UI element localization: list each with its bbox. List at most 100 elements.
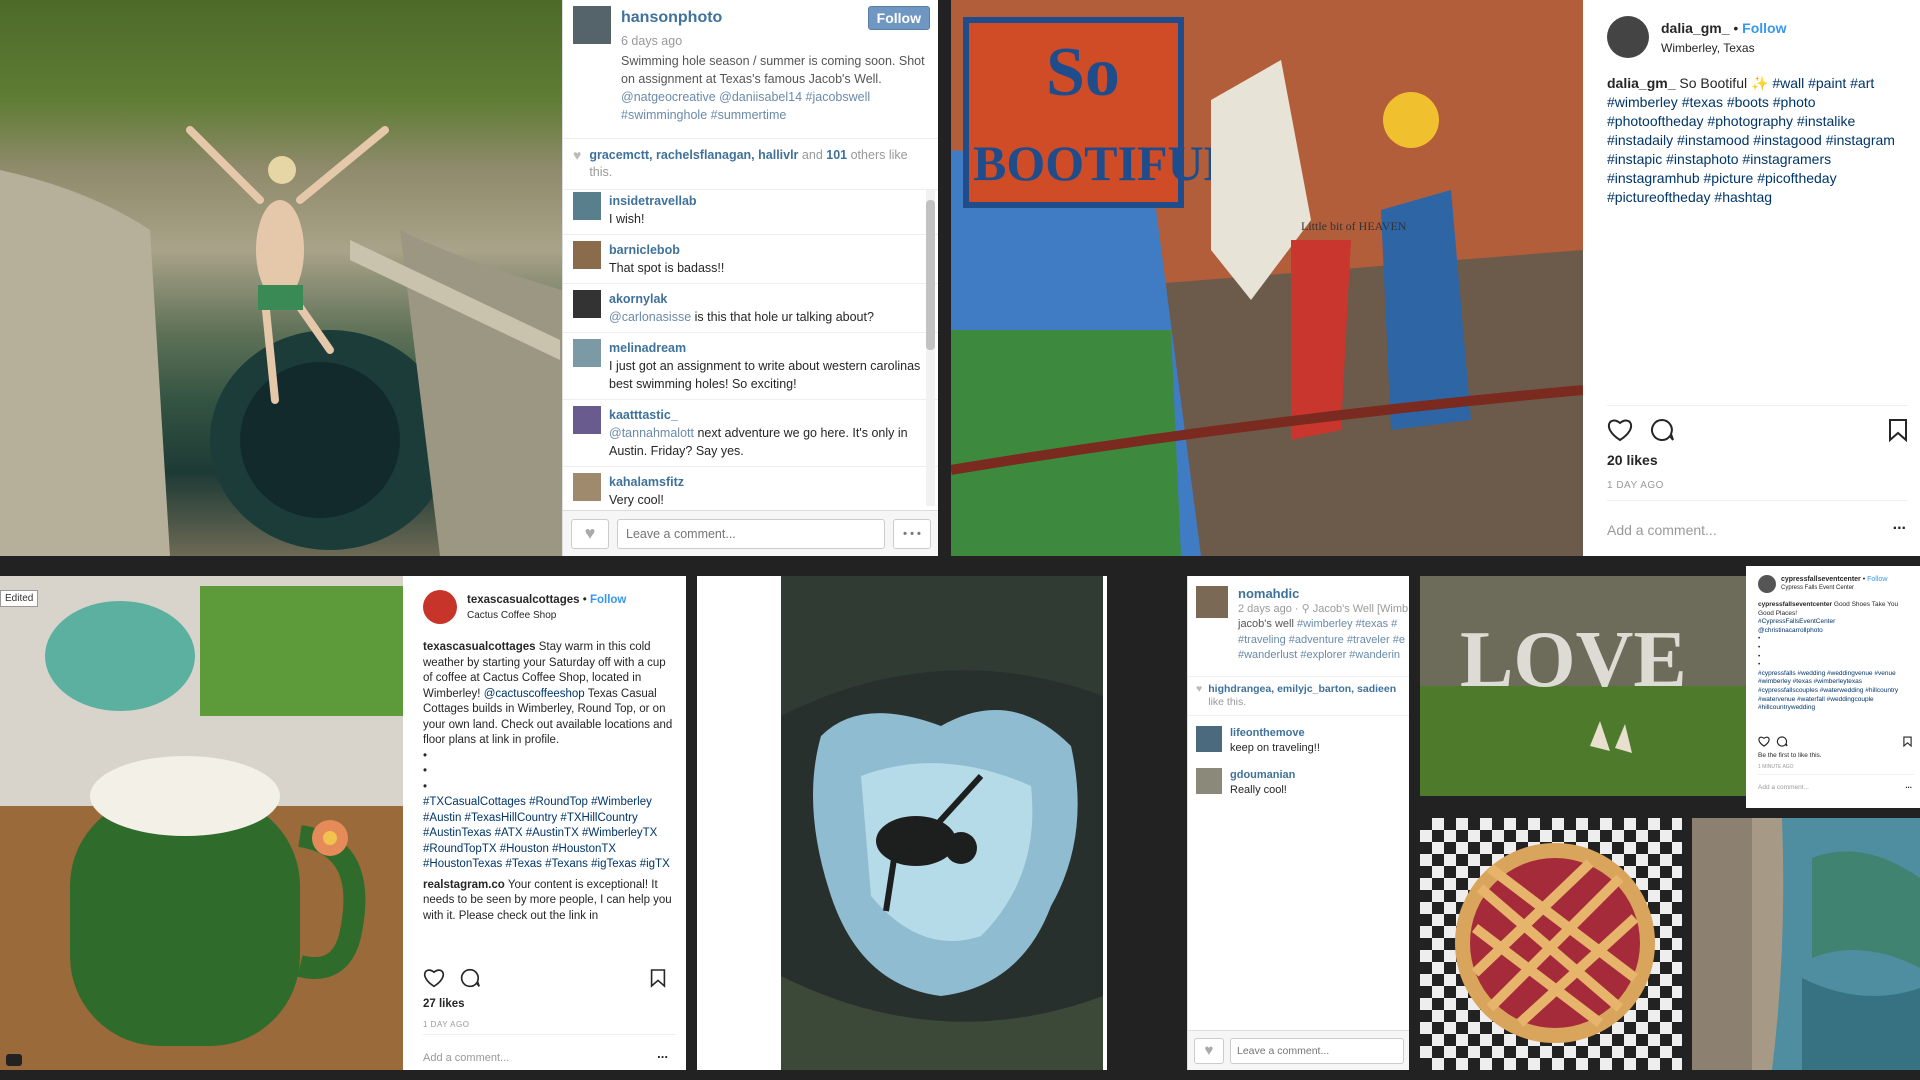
caption-mention[interactable]: @cactuscoffeeshop <box>484 688 585 700</box>
location-link[interactable]: Wimberley, Texas <box>1661 41 1787 55</box>
comment-input[interactable] <box>617 518 885 549</box>
more-options-button[interactable]: ... <box>1893 516 1906 534</box>
username-link[interactable]: texascasualcottages <box>467 594 580 606</box>
more-options-button[interactable]: ... <box>657 1046 668 1061</box>
photo-lattice-pie <box>1420 818 1682 1070</box>
heart-icon[interactable] <box>1758 736 1770 747</box>
comment-mention[interactable]: @tannahmalott <box>609 426 694 440</box>
likes-row: ♥ highdrangea, emilyjc_barton, sadieen l… <box>1188 675 1409 716</box>
follow-button[interactable]: Follow <box>867 6 930 30</box>
sparkle-icon: ✨ <box>1750 75 1769 91</box>
username-link[interactable]: nomahdic <box>1238 586 1408 602</box>
post-time: 2 days ago <box>1238 602 1292 615</box>
comment-user[interactable]: insidetravellab <box>609 192 697 210</box>
more-options-button[interactable]: • • • <box>893 518 931 549</box>
comment-user[interactable]: kaatttastic_ <box>609 406 929 424</box>
caption-tags[interactable]: #TXCasualCottages #RoundTop #Wimberley #… <box>423 795 674 873</box>
likers-count[interactable]: 101 <box>826 148 847 162</box>
comment-input[interactable] <box>1230 1037 1404 1064</box>
comment-icon[interactable] <box>1776 736 1788 747</box>
avatar[interactable] <box>573 290 601 318</box>
avatar[interactable] <box>573 6 611 44</box>
avatar[interactable] <box>1196 586 1228 618</box>
location-link[interactable]: Jacob's Well [Wimb <box>1313 603 1408 615</box>
caption-text: So Bootiful <box>1679 75 1748 91</box>
comment-icon[interactable] <box>459 968 481 988</box>
comment-mention[interactable]: @carlonasisse <box>609 310 691 324</box>
likers[interactable]: gracemctt, rachelsflanagan, hallivlr <box>589 148 798 162</box>
avatar[interactable] <box>573 192 601 220</box>
comment-user[interactable]: lifeonthemove <box>1230 726 1320 741</box>
cactus-mug-illustration <box>0 576 403 1070</box>
avatar[interactable] <box>1196 767 1222 794</box>
caption-user[interactable]: cypressfallseventcenter <box>1758 601 1832 608</box>
like-button[interactable]: ♥ <box>1194 1037 1224 1064</box>
avatar[interactable] <box>573 241 601 269</box>
avatar[interactable] <box>1196 725 1222 752</box>
photo-love-text: LOVE <box>1460 616 1687 704</box>
caption-mention[interactable]: @christinacarrollphoto <box>1758 627 1912 636</box>
comment-input[interactable]: Add a comment... <box>423 1052 509 1064</box>
comments-scrollbar[interactable] <box>926 190 935 506</box>
comment-input[interactable]: Add a comment... <box>1758 784 1809 791</box>
comments-list[interactable]: lifeonthemove keep on traveling!! gdouman… <box>1188 716 1409 804</box>
avatar[interactable] <box>573 406 601 434</box>
caption-tag[interactable]: #CypressFallsEventCenter <box>1758 618 1912 627</box>
likers[interactable]: highdrangea, emilyjc_barton, sadieen <box>1208 683 1396 696</box>
comment: barniclebob That spot is badass!! <box>563 235 938 284</box>
caption-tags[interactable]: #wanderlust #explorer #wanderin <box>1238 648 1408 664</box>
bookmark-icon[interactable] <box>650 968 666 988</box>
bullet: • <box>1758 661 1761 669</box>
mural-text-heaven: Little bit of HEAVEN <box>1301 219 1407 233</box>
follow-link[interactable]: Follow <box>1742 20 1786 36</box>
avatar[interactable] <box>1607 16 1649 58</box>
heart-icon[interactable] <box>1607 418 1633 442</box>
bullet: • <box>1758 652 1761 660</box>
comment-text: Really cool! <box>1230 783 1287 796</box>
caption-user[interactable]: dalia_gm_ <box>1607 75 1675 91</box>
camera-icon[interactable] <box>6 1054 22 1066</box>
comment-user[interactable]: kahalamsfitz <box>609 473 684 491</box>
follow-link[interactable]: Follow <box>590 594 626 606</box>
reply-user[interactable]: realstagram.co <box>423 879 505 891</box>
username-link[interactable]: hansonphoto <box>621 9 722 27</box>
caption-tags[interactable]: #traveling #adventure #traveler #e <box>1238 633 1408 649</box>
follow-link[interactable]: Follow <box>1867 576 1887 583</box>
pin-icon: ⚲ <box>1301 602 1310 615</box>
more-options-button[interactable]: ... <box>1905 781 1912 790</box>
avatar[interactable] <box>573 339 601 367</box>
bookmark-icon[interactable] <box>1903 736 1912 747</box>
avatar[interactable] <box>1758 575 1776 593</box>
like-button[interactable]: ♥ <box>571 518 609 549</box>
comment-input[interactable]: Add a comment... <box>1607 522 1717 538</box>
username-link[interactable]: dalia_gm_ <box>1661 20 1729 36</box>
location-link[interactable]: Cypress Falls Event Center <box>1781 584 1887 593</box>
comments-list[interactable]: insidetravellab I wish! barniclebob That s… <box>563 186 938 508</box>
avatar[interactable] <box>573 473 601 501</box>
bookmark-icon[interactable] <box>1888 418 1908 442</box>
comment-user[interactable]: barniclebob <box>609 241 724 259</box>
caption-tags[interactable]: #wall #paint #art #wimberley #texas #boo… <box>1607 75 1895 205</box>
comment-text: I wish! <box>609 212 645 226</box>
caption-tags[interactable]: #cypressfalls #wedding #weddingvenue #ve… <box>1758 670 1912 713</box>
caption-tags[interactable]: @natgeocreative @daniisabel14 #jacobswel… <box>621 90 870 122</box>
comment: akornylak @carlonasisse is this that hole… <box>563 284 938 333</box>
post-panel-cypressfalls: cypressfallseventcenter • Follow Cypress… <box>1746 566 1920 808</box>
comment-user[interactable]: gdoumanian <box>1230 768 1295 783</box>
post-caption: cypressfallseventcenter Good Shoes Take … <box>1746 593 1920 729</box>
location-link[interactable]: Cactus Coffee Shop <box>467 610 626 621</box>
username-link[interactable]: cypressfallseventcenter <box>1781 576 1861 583</box>
comment: melinadream I just got an assignment to w… <box>563 333 938 400</box>
heart-icon[interactable] <box>423 968 445 988</box>
photo-love-shoes: LOVE <box>1420 576 1746 796</box>
comment-icon[interactable] <box>1649 418 1675 442</box>
likes-count[interactable]: 27 likes <box>423 998 465 1010</box>
photo-jacobs-well-jump <box>0 0 562 556</box>
caption-tags[interactable]: #wimberley #texas # <box>1297 618 1397 630</box>
comment-user[interactable]: akornylak <box>609 290 874 308</box>
avatar[interactable] <box>423 590 457 624</box>
comment-user[interactable]: melinadream <box>609 339 929 357</box>
caption-user[interactable]: texascasualcottages <box>423 641 536 653</box>
likes-count[interactable]: 20 likes <box>1607 452 1658 468</box>
comment-text: Very cool! <box>609 493 664 507</box>
